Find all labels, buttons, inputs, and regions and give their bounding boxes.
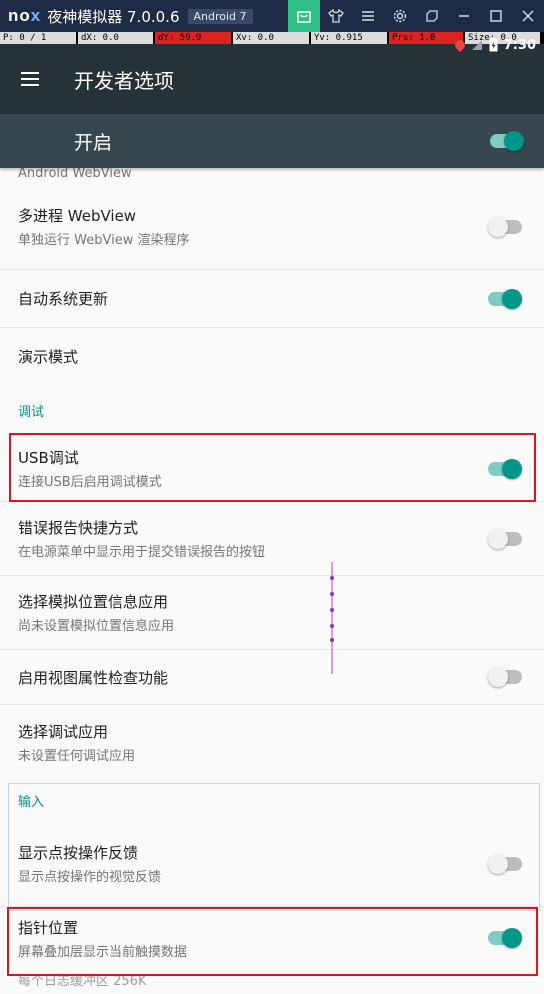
item-title: 选择模拟位置信息应用 xyxy=(18,593,169,611)
list-item-usb-debugging[interactable]: USB调试 连接USB后启用调试模式 xyxy=(0,436,544,502)
category-debug: 调试 xyxy=(18,404,45,420)
close-icon[interactable] xyxy=(512,0,544,32)
restore-icon[interactable] xyxy=(416,0,448,32)
item-summary: 未设置任何调试应用 xyxy=(18,748,136,764)
item-summary: 单独运行 WebView 渲染程序 xyxy=(18,233,190,248)
item-summary: Android WebView xyxy=(18,168,132,181)
multiprocess-webview-toggle[interactable] xyxy=(488,216,522,237)
item-title: USB调试 xyxy=(18,449,79,467)
android-status-bar: 7:30 xyxy=(452,34,536,56)
item-title: 错误报告快捷方式 xyxy=(18,519,139,537)
delta-y: dY: 59.9 xyxy=(155,32,231,44)
page-title: 开发者选项 xyxy=(74,68,174,93)
android-version-badge: Android 7 xyxy=(187,8,253,24)
list-item-show-taps[interactable]: 显示点按操作反馈 显示点按操作的视觉反馈 xyxy=(0,821,544,907)
list-item-webview-implementation[interactable]: Android WebView xyxy=(0,168,544,184)
view-attribute-toggle[interactable] xyxy=(488,667,522,687)
item-title: 选择调试应用 xyxy=(18,722,109,741)
developer-options-master-switch-bar[interactable]: 开启 xyxy=(0,114,544,168)
pointer-location-toggle[interactable] xyxy=(488,928,522,948)
list-item-pointer-location[interactable]: 指针位置 屏幕叠加层显示当前触摸数据 xyxy=(0,907,544,969)
item-summary: 尚未设置模拟位置信息应用 xyxy=(18,619,175,634)
delta-x: dX: 0.0 xyxy=(78,32,153,44)
nox-logo: nox xyxy=(8,6,42,25)
pressure: Prs: 1.0 xyxy=(389,32,463,44)
master-toggle[interactable] xyxy=(490,131,524,151)
settings-gear-icon[interactable] xyxy=(384,0,416,32)
emulator-titlebar: nox 夜神模拟器 7.0.0.6 Android 7 xyxy=(0,0,544,32)
item-title: 演示模式 xyxy=(18,347,79,366)
emulator-window-controls xyxy=(288,0,544,32)
hamburger-menu-icon[interactable] xyxy=(2,51,58,107)
item-title: 自动系统更新 xyxy=(18,290,109,308)
menu-icon[interactable] xyxy=(352,0,384,32)
item-title: 启用视图属性检查功能 xyxy=(18,668,169,687)
item-title: 显示点按操作反馈 xyxy=(18,844,139,862)
list-item-bugreport-shortcut[interactable]: 错误报告快捷方式 在电源菜单中显示用于提交错误报告的按钮 xyxy=(0,502,544,576)
list-item-mock-location-app[interactable]: 选择模拟位置信息应用 尚未设置模拟位置信息应用 xyxy=(0,576,544,650)
list-item-logger-buffer[interactable]: 每个日志缓冲区 256K xyxy=(0,969,544,989)
settings-list: Android WebView 多进程 WebView 单独运行 WebView… xyxy=(0,168,544,989)
velocity-x: Xv: 0.0 xyxy=(233,32,309,44)
shirt-icon[interactable] xyxy=(320,0,352,32)
velocity-y: Yv: 0.915 xyxy=(311,32,387,44)
location-icon xyxy=(452,37,467,53)
item-title: 每个日志缓冲区 256K xyxy=(18,974,147,989)
item-summary: 显示点按操作的视觉反馈 xyxy=(18,870,162,885)
list-item-view-attribute-inspection[interactable]: 启用视图属性检查功能 xyxy=(0,650,544,705)
emulator-title: 夜神模拟器 7.0.0.6 xyxy=(47,7,180,26)
show-taps-toggle[interactable] xyxy=(488,853,522,874)
pointer-trace xyxy=(330,562,334,674)
signal-icon xyxy=(471,40,482,50)
pointer-count: P: 0 / 1 xyxy=(0,32,76,44)
list-item-auto-update[interactable]: 自动系统更新 xyxy=(0,270,544,328)
item-summary: 在电源菜单中显示用于提交错误报告的按钮 xyxy=(18,545,266,560)
item-title: 指针位置 xyxy=(18,918,79,937)
bugreport-shortcut-toggle[interactable] xyxy=(488,528,522,549)
auto-update-toggle[interactable] xyxy=(488,288,522,309)
list-item-debug-app[interactable]: 选择调试应用 未设置任何调试应用 xyxy=(0,705,544,779)
battery-icon xyxy=(489,38,498,52)
maximize-icon[interactable] xyxy=(480,0,512,32)
usb-debugging-toggle[interactable] xyxy=(488,458,522,479)
item-summary: 屏幕叠加层显示当前触摸数据 xyxy=(18,944,188,960)
item-title: 多进程 WebView xyxy=(18,207,137,225)
list-item-multiprocess-webview[interactable]: 多进程 WebView 单独运行 WebView 渲染程序 xyxy=(0,184,544,270)
clock: 7:30 xyxy=(503,37,536,53)
master-switch-label: 开启 xyxy=(74,131,113,154)
list-item-demo-mode[interactable]: 演示模式 xyxy=(0,328,544,384)
minimize-icon[interactable] xyxy=(448,0,480,32)
category-input: 输入 xyxy=(18,794,45,810)
item-summary: 连接USB后启用调试模式 xyxy=(18,475,162,490)
app-store-icon[interactable] xyxy=(288,0,320,32)
